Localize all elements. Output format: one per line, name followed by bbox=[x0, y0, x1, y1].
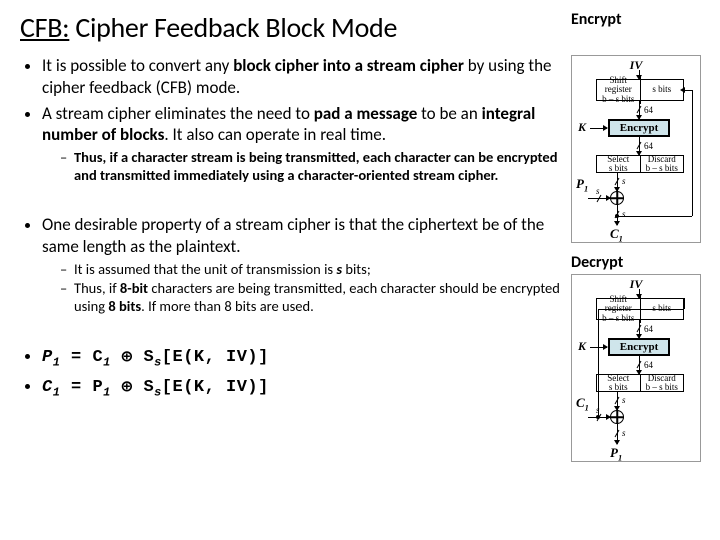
c1-label-2: C1 bbox=[576, 395, 589, 413]
bullet-list: It is possible to convert any block ciph… bbox=[20, 55, 563, 184]
bullet-2: A stream cipher eliminates the need to p… bbox=[42, 103, 563, 185]
encrypt-box: Encrypt bbox=[608, 119, 670, 137]
encrypt-diagram: IV Shift registerb – s bits s bits 64 K … bbox=[571, 55, 701, 243]
bullet-1: It is possible to convert any block ciph… bbox=[42, 55, 563, 99]
p1-label-2: P1 bbox=[610, 445, 622, 463]
sub-bullet-1: Thus, if a character stream is being tra… bbox=[60, 148, 563, 184]
xor-icon: ⊕ bbox=[122, 348, 133, 368]
iv-label: IV bbox=[630, 58, 643, 73]
encrypt-box-2: Encrypt bbox=[608, 338, 670, 356]
slide-title: CFB: Cipher Feedback Block Mode bbox=[20, 10, 563, 45]
formula-1: P1 = C1 ⊕ Ss[E(K, IV)] bbox=[42, 345, 563, 371]
formula-list: P1 = C1 ⊕ Ss[E(K, IV)] C1 = P1 ⊕ Ss[E(K,… bbox=[20, 345, 563, 400]
c1-label: C1 bbox=[610, 226, 623, 244]
p1-label: P1 bbox=[576, 176, 588, 194]
formula-2: C1 = P1 ⊕ Ss[E(K, IV)] bbox=[42, 375, 563, 401]
bullet-3: One desirable property of a stream ciphe… bbox=[42, 214, 563, 315]
bullet-list-2: One desirable property of a stream ciphe… bbox=[20, 214, 563, 315]
xor-node bbox=[610, 191, 624, 205]
decrypt-label: Decrypt bbox=[571, 253, 706, 272]
title-prefix: CFB: bbox=[20, 10, 69, 45]
sub-bullet-2: It is assumed that the unit of transmiss… bbox=[60, 260, 563, 278]
encrypt-label: Encrypt bbox=[571, 10, 706, 29]
xor-node-2 bbox=[610, 410, 624, 424]
sub-bullet-3: Thus, if 8-bit characters are being tran… bbox=[60, 279, 563, 315]
xor-icon: ⊕ bbox=[122, 378, 133, 398]
decrypt-diagram: IV Shift registerb – s bits s bits 64 K … bbox=[571, 274, 701, 462]
iv-label: IV bbox=[630, 277, 643, 292]
title-rest: Cipher Feedback Block Mode bbox=[69, 10, 397, 45]
